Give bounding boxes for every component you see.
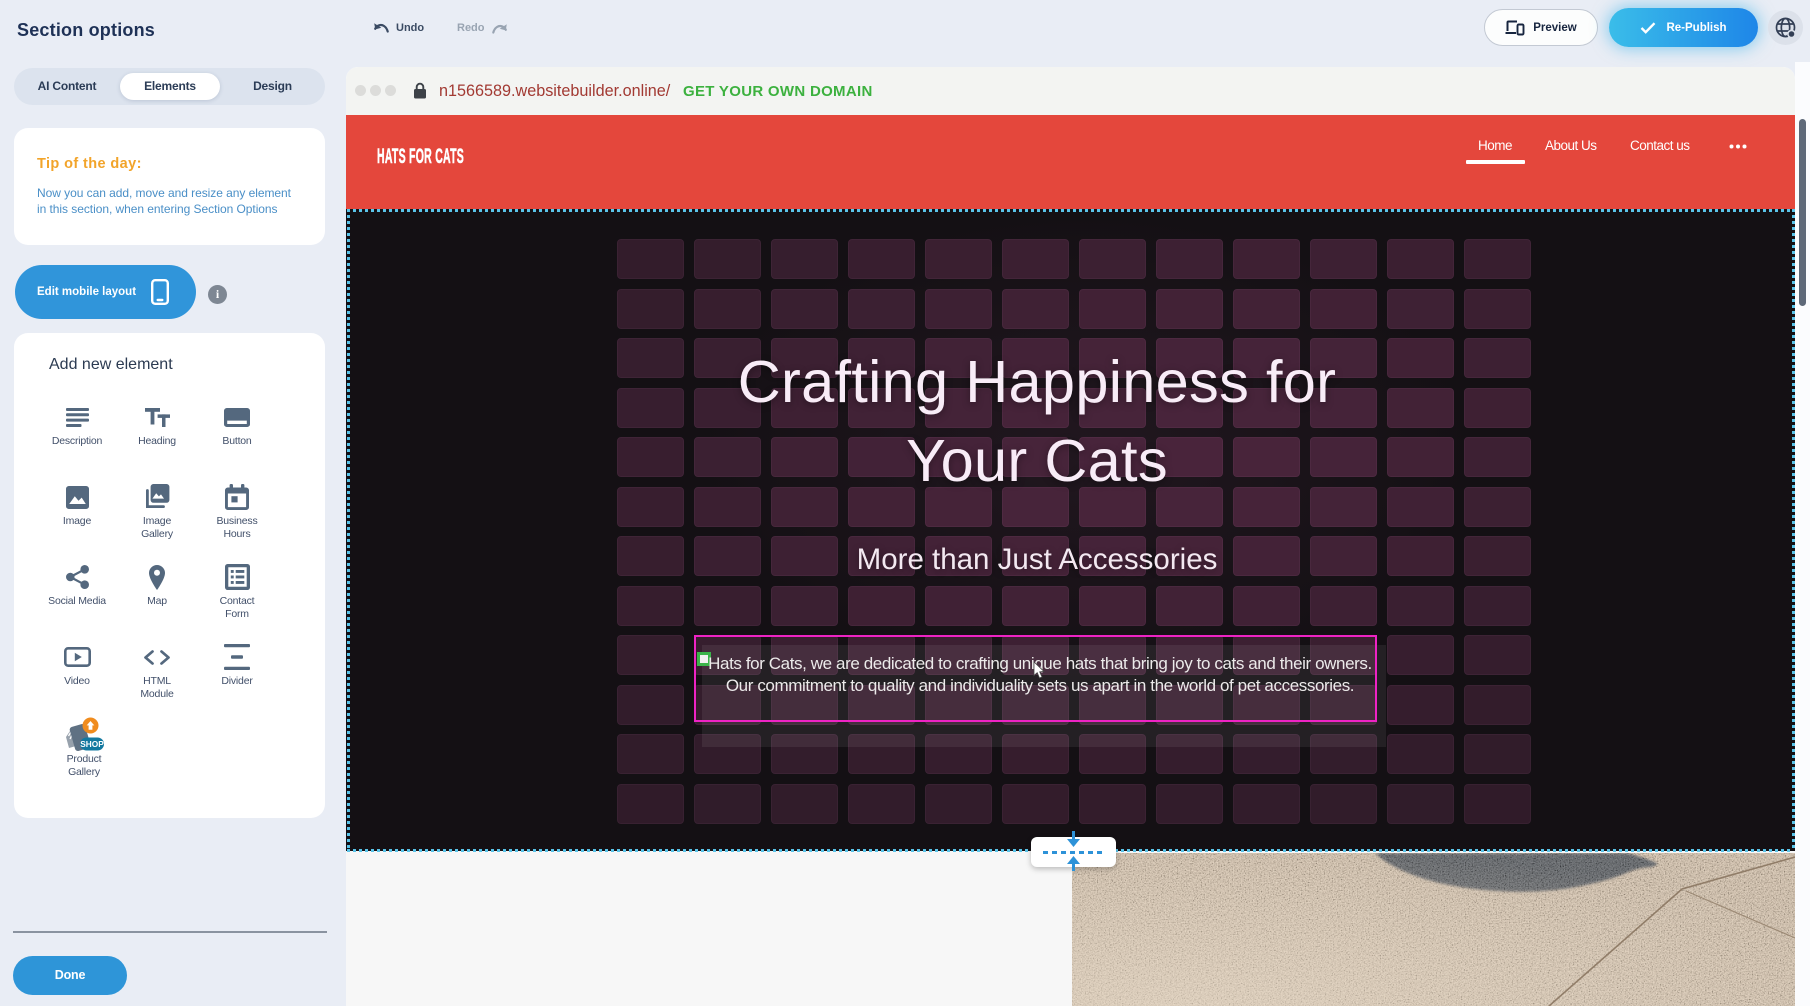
svg-text:SHOP: SHOP (80, 739, 104, 749)
